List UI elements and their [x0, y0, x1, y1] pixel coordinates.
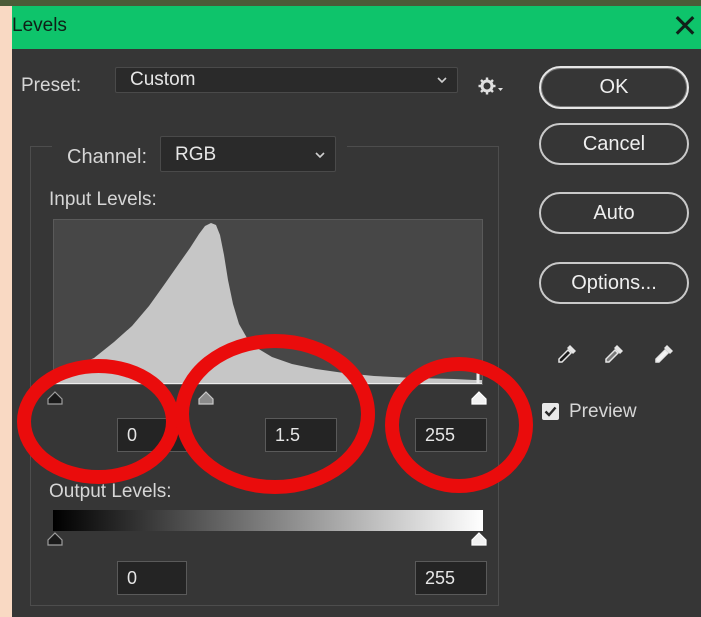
- output-white-field[interactable]: 255: [415, 561, 487, 595]
- preview-checkbox[interactable]: [542, 403, 559, 420]
- window-title: Levels: [12, 15, 67, 36]
- preset-value: Custom: [130, 69, 196, 90]
- preview-label: Preview: [569, 401, 637, 422]
- gear-icon[interactable]: [478, 76, 504, 96]
- input-gamma-slider[interactable]: [198, 391, 214, 405]
- title-bar: Levels ✕: [12, 6, 701, 49]
- output-black-slider[interactable]: [47, 532, 63, 546]
- close-button[interactable]: ✕: [669, 9, 701, 45]
- options-button[interactable]: Options...: [539, 262, 689, 304]
- group-box-top-right: [347, 146, 499, 147]
- ok-button[interactable]: OK: [539, 66, 689, 109]
- preset-select[interactable]: Custom: [115, 67, 458, 93]
- channel-label: Channel:: [67, 146, 148, 168]
- channel-select[interactable]: RGB: [160, 136, 336, 172]
- gray-point-eyedropper-icon[interactable]: [602, 342, 626, 366]
- close-icon: ✕: [671, 8, 699, 44]
- chevron-down-icon: [315, 152, 325, 159]
- input-white-slider[interactable]: [471, 391, 487, 405]
- preset-label: Preset:: [21, 75, 82, 96]
- levels-dialog: Preset: Custom OK Cancel Auto Options...: [12, 49, 701, 617]
- output-levels-label: Output Levels:: [49, 481, 172, 502]
- input-black-field[interactable]: 0: [117, 418, 187, 452]
- input-white-field[interactable]: 255: [415, 418, 487, 452]
- histogram-graph: [54, 223, 482, 385]
- chevron-down-icon: [437, 77, 447, 84]
- input-levels-label: Input Levels:: [49, 189, 157, 210]
- auto-button[interactable]: Auto: [539, 192, 689, 234]
- cancel-button[interactable]: Cancel: [539, 123, 689, 165]
- checkmark-icon: [544, 406, 557, 417]
- output-black-field[interactable]: 0: [117, 561, 187, 595]
- input-gamma-field[interactable]: 1.5: [265, 418, 337, 452]
- white-point-eyedropper-icon[interactable]: [652, 342, 676, 366]
- output-gradient-bar: [53, 510, 483, 531]
- input-black-slider[interactable]: [47, 391, 63, 405]
- black-point-eyedropper-icon[interactable]: [555, 342, 579, 366]
- histogram: [53, 219, 483, 385]
- output-white-slider[interactable]: [471, 532, 487, 546]
- group-box-top-left: [30, 146, 52, 147]
- channel-value: RGB: [175, 144, 217, 165]
